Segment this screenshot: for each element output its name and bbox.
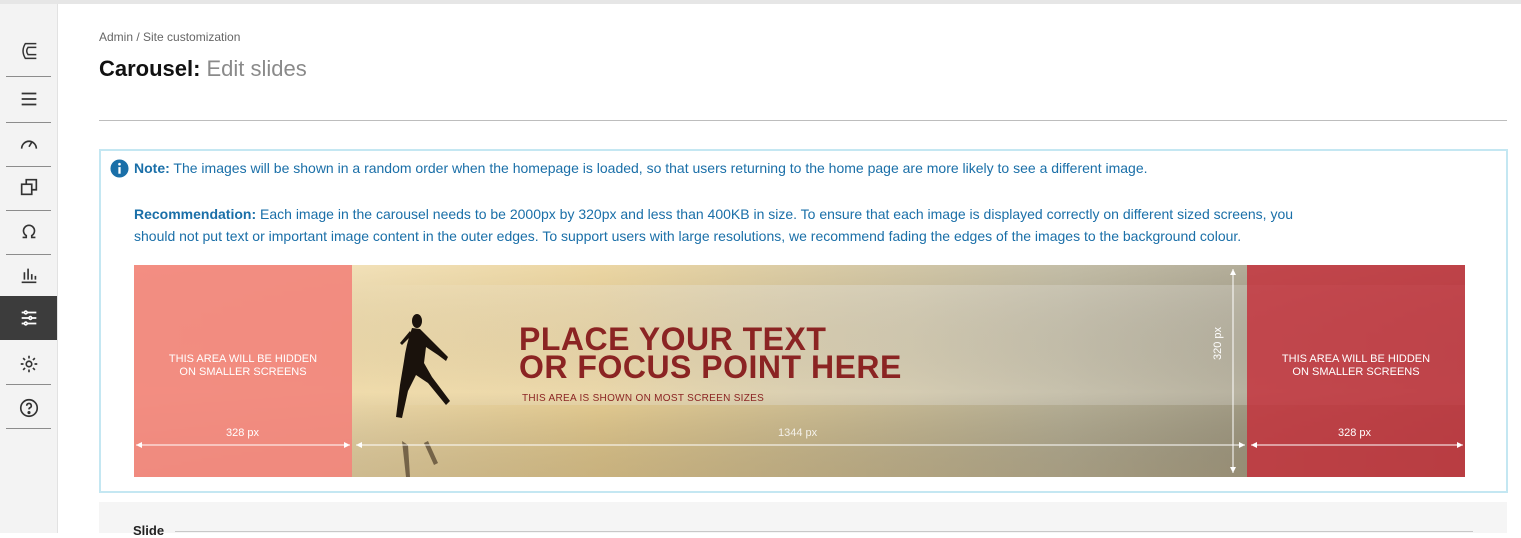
omega-icon[interactable] bbox=[7, 210, 51, 252]
gear-icon[interactable] bbox=[7, 343, 51, 385]
bar-chart-icon[interactable] bbox=[7, 254, 51, 296]
menu-icon[interactable] bbox=[7, 78, 51, 120]
slide-section-rule bbox=[175, 531, 1473, 532]
height-label: 320 px bbox=[1212, 326, 1224, 360]
page-title-sub: Edit slides bbox=[206, 56, 307, 81]
right-width-label: 328 px bbox=[1338, 427, 1372, 439]
center-width-label: 1344 px bbox=[778, 427, 818, 439]
slide-section-label: Slide bbox=[133, 523, 165, 538]
hidden-area-label-left: THIS AREA WILL BE HIDDEN ON SMALLER SCRE… bbox=[168, 353, 318, 378]
page-title: Carousel: Edit slides bbox=[99, 56, 307, 82]
banner-subline: THIS AREA IS SHOWN ON MOST SCREEN SIZES bbox=[522, 393, 765, 404]
list-settings-icon[interactable] bbox=[0, 296, 57, 340]
carousel-size-guide-image: THIS AREA WILL BE HIDDEN ON SMALLER SCRE… bbox=[134, 265, 1465, 477]
page-title-main: Carousel: bbox=[99, 56, 201, 81]
info-note-panel: Note: The images will be shown in a rand… bbox=[99, 149, 1508, 493]
info-icon bbox=[110, 159, 129, 178]
banner-headline: PLACE YOUR TEXT OR FOCUS POINT HERE bbox=[519, 321, 902, 385]
slide-section: Slide bbox=[99, 502, 1507, 538]
dashboard-gauge-icon[interactable] bbox=[7, 123, 51, 165]
breadcrumb[interactable]: Admin / Site customization bbox=[99, 30, 240, 44]
copy-windows-icon[interactable] bbox=[7, 166, 51, 208]
help-icon[interactable] bbox=[7, 387, 51, 429]
logo-icon[interactable] bbox=[7, 30, 51, 72]
left-width-label: 328 px bbox=[226, 427, 260, 439]
sidebar bbox=[0, 4, 58, 533]
recommendation-text: Recommendation: Each image in the carous… bbox=[134, 206, 1294, 244]
note-text: Note: The images will be shown in a rand… bbox=[134, 160, 1148, 176]
top-border bbox=[0, 0, 1521, 4]
hidden-area-label-right: THIS AREA WILL BE HIDDEN ON SMALLER SCRE… bbox=[1281, 353, 1431, 378]
divider bbox=[99, 120, 1507, 121]
